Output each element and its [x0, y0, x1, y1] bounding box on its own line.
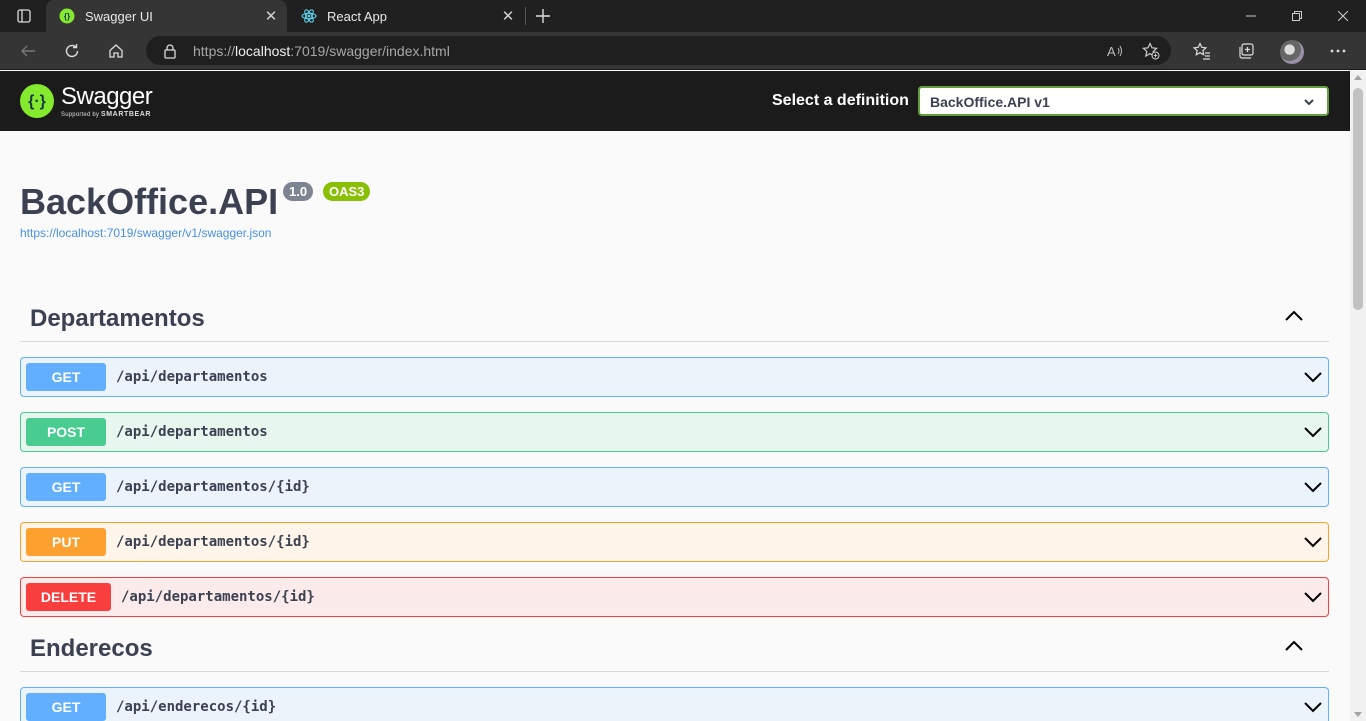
svg-text:A: A — [1107, 44, 1116, 59]
method-badge: GET — [26, 363, 106, 391]
tag-header[interactable]: Enderecos — [20, 619, 1329, 672]
tag-header[interactable]: Departamentos — [20, 289, 1329, 342]
oas-badge: OAS3 — [323, 182, 371, 201]
chevron-down-icon[interactable] — [1303, 477, 1323, 497]
tag-section-enderecos: Enderecos GET /api/enderecos/{id} — [20, 619, 1329, 721]
close-window-icon[interactable] — [1320, 0, 1366, 32]
browser-toolbar: https://localhost:7019/swagger/index.htm… — [0, 32, 1366, 70]
operation-path: /api/departamentos/{id} — [116, 534, 310, 550]
tab-title: React App — [327, 8, 387, 24]
operation-row[interactable]: GET /api/departamentos/{id} — [20, 467, 1329, 507]
page-title: BackOffice.API — [20, 181, 279, 222]
scroll-up-icon[interactable] — [1354, 75, 1362, 80]
scroll-down-icon[interactable] — [1354, 712, 1362, 717]
chevron-down-icon — [1303, 95, 1315, 107]
operation-row[interactable]: GET /api/enderecos/{id} — [20, 687, 1329, 721]
api-info: BackOffice.API 1.0 OAS3 https://localhos… — [20, 181, 371, 240]
swagger-logo-icon: {·} — [20, 84, 54, 118]
method-badge: POST — [26, 418, 106, 446]
tab-swagger-ui[interactable]: {} Swagger UI ✕ — [46, 0, 287, 32]
operation-row[interactable]: POST /api/departamentos — [20, 412, 1329, 452]
restore-icon[interactable] — [1274, 0, 1320, 32]
brand-subtitle: Supported by SMARTBEAR — [61, 111, 152, 118]
chevron-down-icon[interactable] — [1303, 587, 1323, 607]
definition-selected-value: BackOffice.API v1 — [930, 94, 1050, 110]
chevron-down-icon[interactable] — [1303, 532, 1323, 552]
lock-icon[interactable] — [162, 43, 178, 59]
chevron-down-icon[interactable] — [1303, 422, 1323, 442]
svg-text:{}: {} — [64, 12, 70, 21]
page-scrollbar[interactable] — [1350, 71, 1366, 721]
tab-title: Swagger UI — [85, 8, 153, 24]
collections-icon[interactable] — [1231, 36, 1261, 66]
url-text[interactable]: https://localhost:7019/swagger/index.htm… — [193, 43, 450, 59]
chevron-down-icon[interactable] — [1303, 367, 1323, 387]
brand-name: Swagger — [61, 82, 153, 110]
swagger-topbar: {·} Swagger Supported by SMARTBEAR Selec… — [0, 71, 1350, 131]
operation-path: /api/departamentos — [116, 369, 268, 385]
brand-sub-name: SMARTBEAR — [100, 110, 152, 118]
profile-avatar[interactable] — [1280, 40, 1304, 64]
address-bar[interactable]: https://localhost:7019/swagger/index.htm… — [146, 36, 1171, 65]
tag-title: Enderecos — [30, 635, 153, 662]
spec-json-link[interactable]: https://localhost:7019/swagger/v1/swagge… — [20, 226, 271, 240]
swagger-logo[interactable]: {·} Swagger Supported by SMARTBEAR — [20, 81, 153, 121]
tab-divider — [525, 7, 526, 25]
chevron-up-icon[interactable] — [1283, 305, 1305, 327]
tab-react-app[interactable]: React App ✕ — [288, 0, 524, 32]
tab-actions-icon[interactable] — [8, 5, 40, 27]
new-tab-icon[interactable] — [530, 4, 556, 28]
tag-section-departamentos: Departamentos GET /api/departamentos POS… — [20, 289, 1329, 617]
definition-label: Select a definition — [772, 92, 909, 109]
brand-sub-prefix: Supported by — [61, 111, 100, 118]
method-badge: GET — [26, 473, 106, 501]
method-badge: DELETE — [26, 583, 111, 611]
url-path: :7019/swagger/index.html — [290, 43, 450, 59]
method-badge: PUT — [26, 528, 106, 556]
minimize-icon[interactable] — [1228, 0, 1274, 32]
more-options-icon[interactable] — [1323, 36, 1353, 66]
operation-row[interactable]: PUT /api/departamentos/{id} — [20, 522, 1329, 562]
add-favorite-icon[interactable] — [1138, 39, 1164, 63]
react-icon — [301, 8, 317, 24]
chevron-up-icon[interactable] — [1283, 635, 1305, 657]
close-tab-icon[interactable]: ✕ — [496, 4, 520, 28]
operation-path: /api/departamentos/{id} — [116, 479, 310, 495]
svg-text:{·}: {·} — [28, 93, 46, 110]
chevron-down-icon[interactable] — [1303, 697, 1323, 717]
operation-path: /api/enderecos/{id} — [116, 699, 277, 715]
version-badge: 1.0 — [283, 182, 314, 201]
operation-row[interactable]: DELETE /api/departamentos/{id} — [20, 577, 1329, 617]
favorites-icon[interactable] — [1187, 36, 1217, 66]
method-badge: GET — [26, 693, 106, 721]
operation-path: /api/departamentos — [116, 424, 268, 440]
home-icon[interactable] — [101, 36, 131, 66]
page-viewport: {·} Swagger Supported by SMARTBEAR Selec… — [0, 71, 1350, 721]
definition-select[interactable]: BackOffice.API v1 — [918, 86, 1329, 116]
url-scheme: https:// — [193, 43, 236, 59]
read-aloud-icon[interactable]: A — [1102, 39, 1128, 63]
swagger-icon: {} — [59, 8, 75, 24]
tag-title: Departamentos — [30, 305, 205, 332]
back-icon[interactable] — [13, 36, 43, 66]
operation-path: /api/departamentos/{id} — [121, 589, 315, 605]
browser-tab-bar: {} Swagger UI ✕ React App ✕ — [0, 0, 1366, 32]
refresh-icon[interactable] — [57, 36, 87, 66]
operation-row[interactable]: GET /api/departamentos — [20, 357, 1329, 397]
url-host: localhost — [235, 43, 291, 59]
scrollbar-thumb[interactable] — [1353, 88, 1363, 310]
close-tab-icon[interactable]: ✕ — [259, 4, 283, 28]
